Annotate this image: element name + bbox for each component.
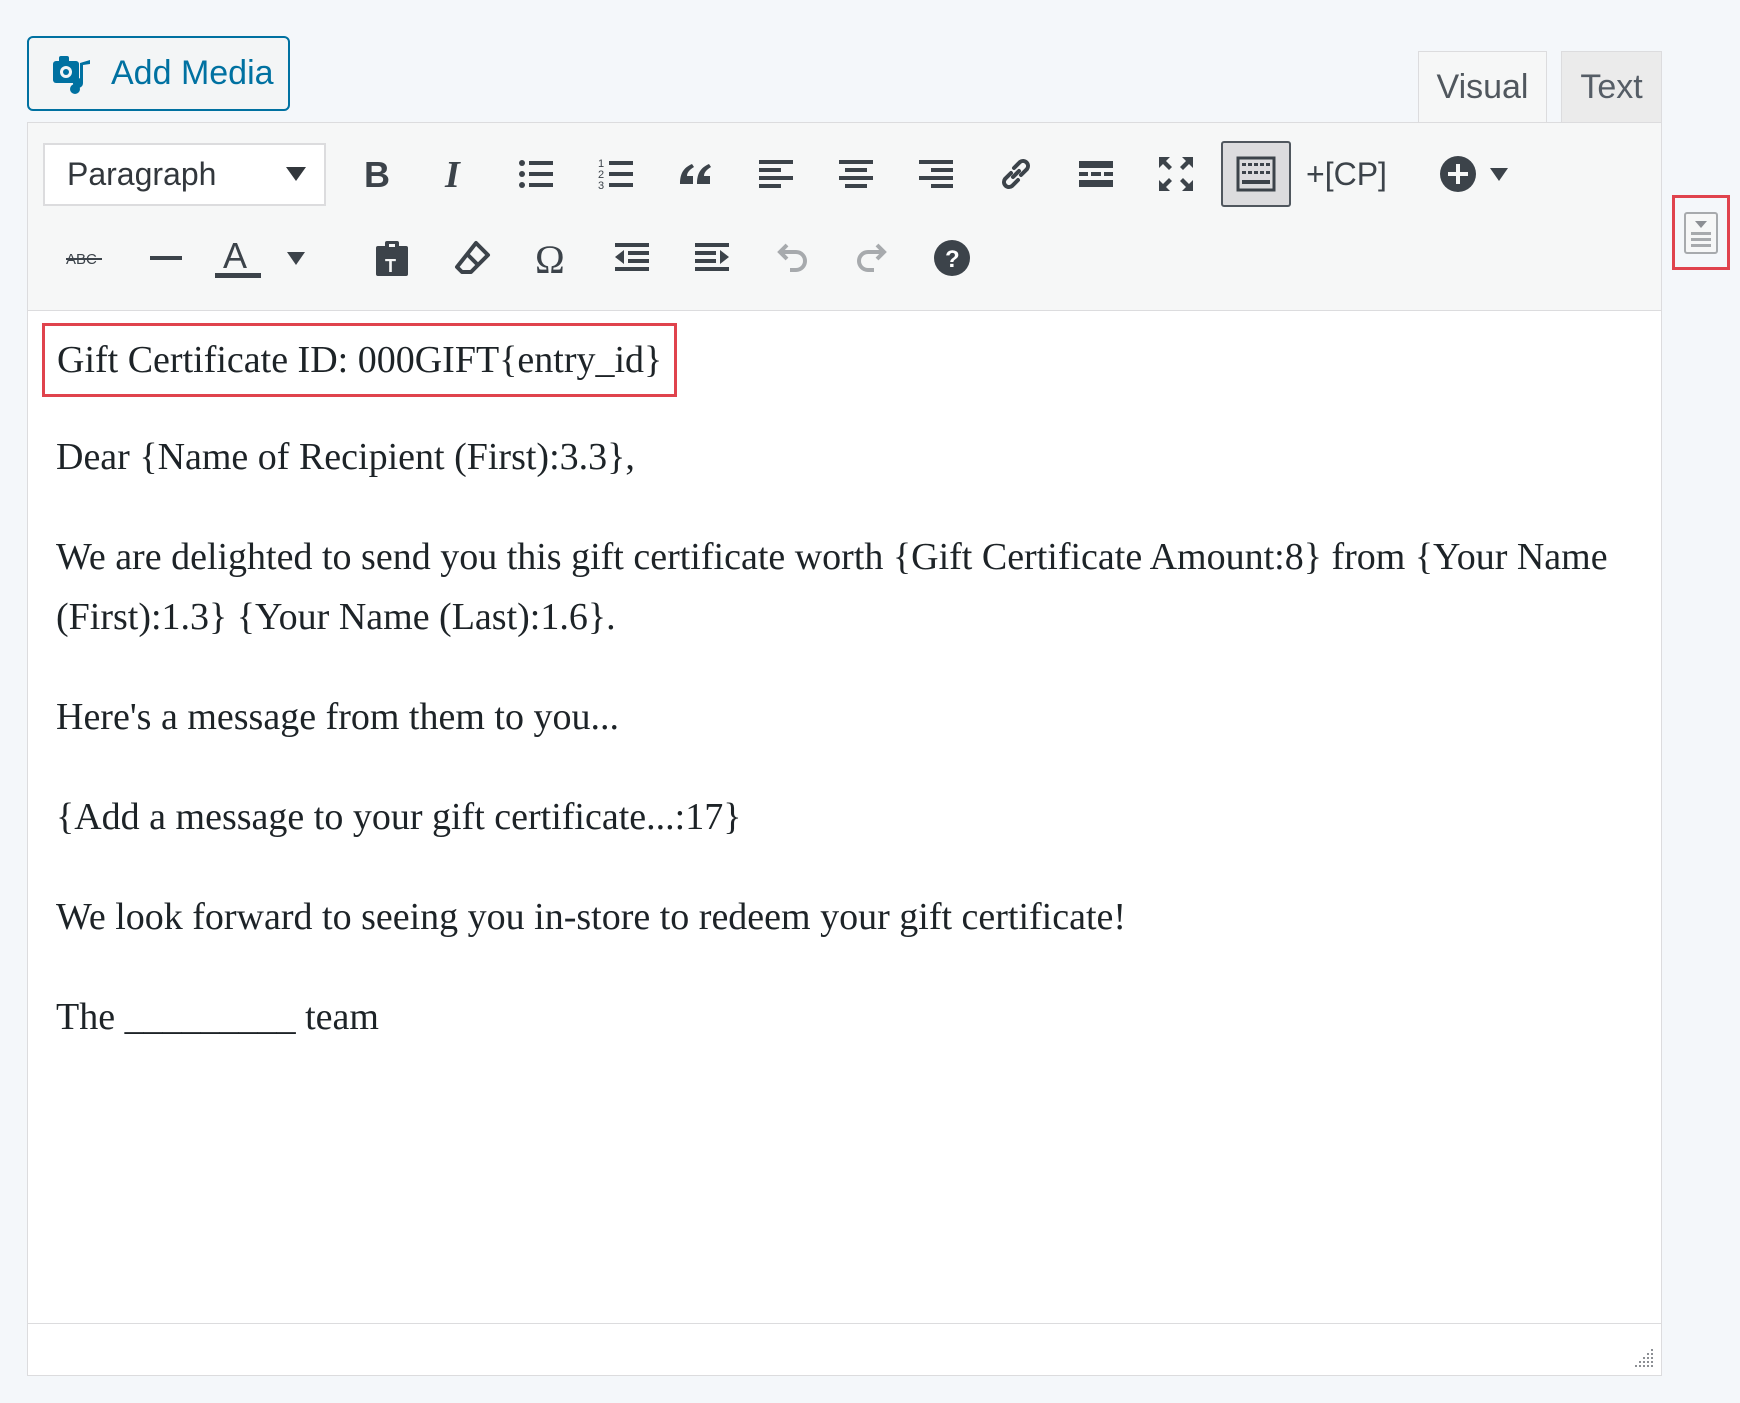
undo-icon	[777, 243, 807, 272]
link-button[interactable]	[983, 141, 1049, 207]
numbered-list-button[interactable]: 1 2 3	[583, 141, 649, 207]
editor: Paragraph B I 1 2 3 +[CP] ABC A T Ω ? Gi…	[27, 122, 1662, 1376]
toolbar-row-1: Paragraph B I 1 2 3 +[CP]	[28, 135, 1661, 215]
redo-icon	[857, 243, 887, 272]
content-paragraph: The _________ team	[56, 996, 379, 1038]
align-left-icon	[759, 160, 793, 188]
numbered-list-icon: 1 2 3	[598, 158, 633, 192]
svg-text:B: B	[364, 154, 390, 194]
add-block-icon	[1440, 156, 1476, 192]
horizontal-line-button[interactable]	[133, 225, 199, 291]
bulleted-list-button[interactable]	[503, 141, 569, 207]
help-button[interactable]: ?	[919, 225, 985, 291]
strikethrough-icon: ABC	[66, 251, 102, 268]
toolbar-toggle-button[interactable]	[1221, 141, 1291, 207]
special-character-icon: Ω	[535, 238, 565, 278]
clear-formatting-button[interactable]	[439, 225, 505, 291]
svg-text:I: I	[444, 154, 461, 194]
link-icon	[1002, 159, 1030, 189]
align-left-button[interactable]	[743, 141, 809, 207]
certificate-id-line: Gift Certificate ID: 000GIFT{entry_id}	[42, 323, 678, 397]
read-more-icon	[1079, 161, 1113, 187]
format-select-value: Paragraph	[67, 156, 217, 192]
clear-formatting-icon	[455, 241, 490, 274]
help-icon: ?	[934, 240, 970, 276]
chevron-down-icon	[286, 167, 306, 181]
svg-text:3: 3	[598, 180, 604, 192]
resize-handle-icon[interactable]	[1631, 1345, 1655, 1369]
blockquote-button[interactable]	[663, 141, 729, 207]
undo-button[interactable]	[759, 225, 825, 291]
italic-icon: I	[444, 154, 461, 194]
editor-toolbar: Paragraph B I 1 2 3 +[CP] ABC A T Ω ?	[28, 123, 1661, 311]
special-character-button[interactable]: Ω	[519, 225, 585, 291]
outdent-button[interactable]	[599, 225, 665, 291]
merge-tags-button[interactable]	[1672, 195, 1730, 270]
bold-button[interactable]: B	[343, 141, 409, 207]
toolbar-row-2: ABC A T Ω ?	[28, 219, 1661, 299]
add-block-button[interactable]	[1438, 141, 1538, 207]
chevron-down-icon	[1490, 167, 1508, 181]
editor-content[interactable]: Gift Certificate ID: 000GIFT{entry_id} D…	[42, 323, 1633, 1087]
outdent-icon	[615, 243, 649, 271]
chevron-down-icon	[287, 251, 305, 265]
redo-button[interactable]	[839, 225, 905, 291]
align-right-icon	[919, 160, 953, 188]
toolbar-toggle-icon	[1236, 156, 1276, 192]
merge-tags-icon	[1684, 211, 1718, 254]
tab-text[interactable]: Text	[1561, 51, 1662, 123]
strikethrough-button[interactable]: ABC	[52, 225, 118, 291]
indent-icon	[695, 243, 729, 271]
format-select[interactable]: Paragraph	[43, 143, 326, 206]
align-center-button[interactable]	[823, 141, 889, 207]
svg-text:A: A	[223, 236, 247, 276]
cp-button[interactable]: +[CP]	[1306, 141, 1387, 207]
bulleted-list-icon	[519, 160, 553, 188]
paste-text-icon: T	[376, 241, 408, 276]
media-camera-icon	[51, 51, 97, 97]
content-paragraph: We are delighted to send you this gift c…	[56, 536, 1608, 638]
svg-text:?: ?	[945, 246, 960, 273]
fullscreen-icon	[1159, 157, 1193, 191]
add-media-label: Add Media	[111, 54, 274, 92]
text-color-icon: A	[215, 236, 261, 278]
editor-status-bar	[28, 1323, 1661, 1375]
bold-icon: B	[364, 154, 390, 194]
add-media-button[interactable]: Add Media	[27, 36, 290, 111]
text-color-button[interactable]: A	[213, 225, 323, 291]
tab-visual[interactable]: Visual	[1418, 51, 1547, 123]
svg-text:Ω: Ω	[535, 238, 565, 278]
fullscreen-button[interactable]	[1143, 141, 1209, 207]
svg-text:T: T	[385, 256, 396, 276]
horizontal-line-icon	[150, 256, 182, 260]
read-more-button[interactable]	[1063, 141, 1129, 207]
align-right-button[interactable]	[903, 141, 969, 207]
paste-text-button[interactable]: T	[359, 225, 425, 291]
align-center-icon	[839, 160, 873, 188]
content-paragraph: {Add a message to your gift certificate.…	[56, 796, 742, 838]
italic-button[interactable]: I	[423, 141, 489, 207]
blockquote-icon	[680, 164, 711, 184]
content-paragraph: We look forward to seeing you in-store t…	[56, 896, 1127, 938]
content-paragraph: Here's a message from them to you...	[56, 696, 619, 738]
indent-button[interactable]	[679, 225, 745, 291]
content-paragraph: Dear {Name of Recipient (First):3.3},	[56, 436, 635, 478]
